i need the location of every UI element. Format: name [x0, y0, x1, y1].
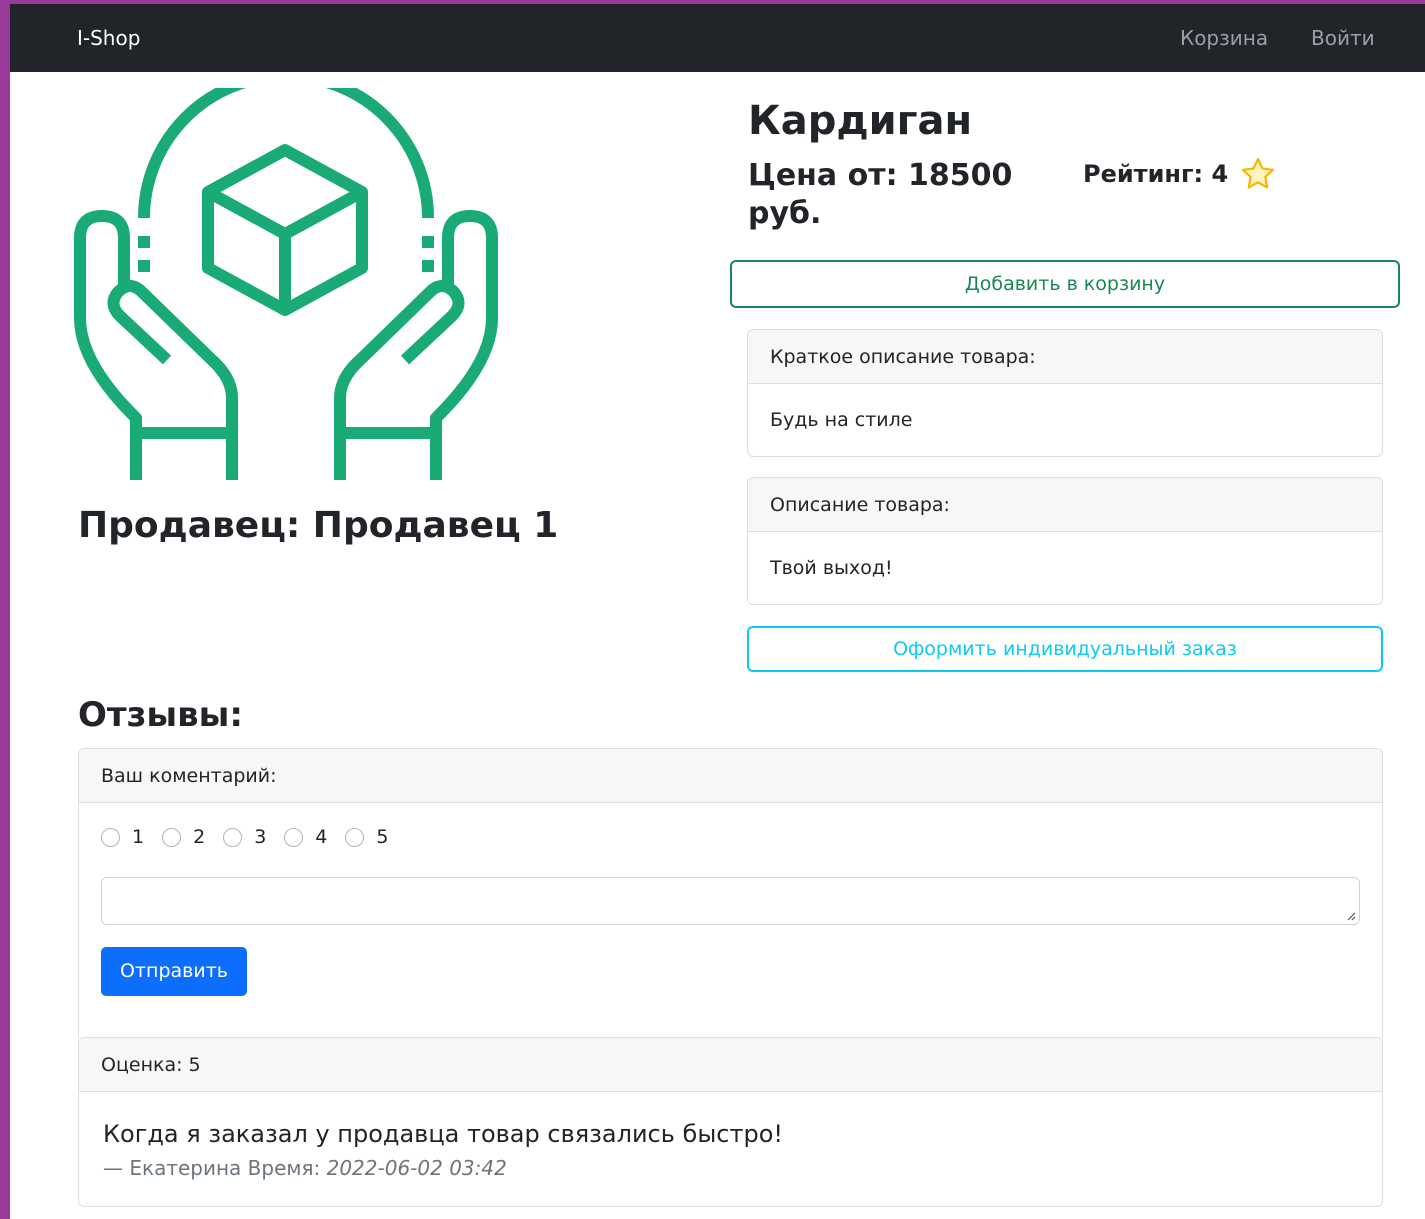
reviews-title: Отзывы:: [78, 695, 243, 735]
review-meta: — Екатерина Время: 2022-06-02 03:42: [103, 1156, 507, 1180]
review-author: — Екатерина Время:: [103, 1156, 321, 1180]
description-text: Твой выход!: [770, 557, 893, 579]
description-card: Описание товара: Твой выход!: [747, 477, 1383, 605]
rating-option-3[interactable]: 3: [223, 826, 266, 848]
product-rating: Рейтинг: 4: [1083, 157, 1275, 189]
comment-form-card: Ваш коментарий: 1 2 3 4 5 Отправить: [78, 748, 1383, 1038]
short-description-header: Краткое описание товара:: [748, 330, 1382, 384]
add-to-cart-button[interactable]: Добавить в корзину: [730, 260, 1400, 308]
seller-name: Продавец: Продавец 1: [78, 505, 559, 546]
brand-link[interactable]: I-Shop: [77, 26, 140, 50]
radio-button[interactable]: [284, 827, 304, 847]
star-icon: [1241, 157, 1274, 189]
hands-holding-box-icon: [74, 88, 498, 480]
nav-login-link[interactable]: Войти: [1311, 26, 1375, 50]
radio-button[interactable]: [223, 827, 243, 847]
review-card: Оценка: 5 Когда я заказал у продавца тов…: [78, 1037, 1383, 1207]
comment-form-header: Ваш коментарий:: [79, 749, 1382, 803]
review-score: Оценка: 5: [79, 1038, 1382, 1092]
product-price: Цена от: 18500 руб.: [748, 158, 1013, 231]
navbar: I-Shop Корзина Войти: [10, 4, 1425, 72]
description-header: Описание товара:: [748, 478, 1382, 532]
rating-option-label: 1: [132, 826, 145, 848]
review-text: Когда я заказал у продавца товар связали…: [103, 1120, 783, 1148]
radio-button[interactable]: [162, 827, 182, 847]
custom-order-button[interactable]: Оформить индивидуальный заказ: [747, 626, 1383, 672]
radio-button[interactable]: [101, 827, 120, 847]
window-frame-left: [0, 0, 10, 1219]
radio-button[interactable]: [345, 827, 365, 847]
rating-option-label: 3: [254, 826, 267, 848]
rating-option-2[interactable]: 2: [162, 826, 205, 848]
nav-cart-link[interactable]: Корзина: [1180, 26, 1268, 50]
rating-option-5[interactable]: 5: [345, 826, 388, 848]
rating-option-label: 5: [376, 826, 389, 848]
resize-grip-icon[interactable]: [1346, 911, 1356, 921]
rating-label: Рейтинг: 4: [1083, 160, 1229, 188]
review-time: 2022-06-02 03:42: [326, 1156, 507, 1180]
rating-option-4[interactable]: 4: [284, 826, 327, 848]
rating-option-label: 2: [193, 826, 206, 848]
short-description-card: Краткое описание товара: Будь на стиле: [747, 329, 1383, 457]
submit-comment-button[interactable]: Отправить: [101, 947, 247, 996]
short-description-text: Будь на стиле: [770, 409, 913, 431]
product-title: Кардиган: [748, 98, 973, 144]
rating-option-label: 4: [315, 826, 328, 848]
comment-textarea[interactable]: [101, 877, 1360, 925]
rating-option-1[interactable]: 1: [101, 826, 144, 848]
rating-radio-group: 1 2 3 4 5: [101, 826, 406, 848]
